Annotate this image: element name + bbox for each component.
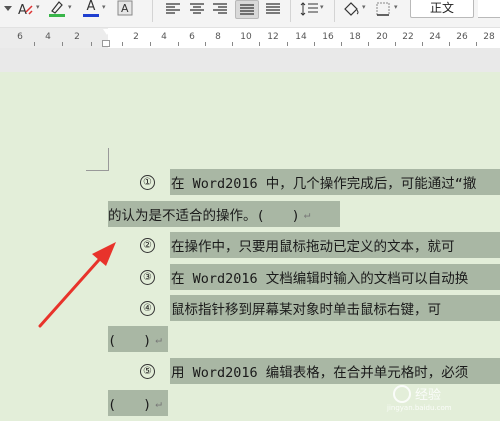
red-arrow-annotation [38,242,116,328]
shading-dropdown-icon[interactable]: ▾ [362,3,366,11]
ruler-tick [287,42,288,46]
toolbar-divider [334,0,335,22]
ruler-number: 4 [45,32,51,42]
horizontal-ruler[interactable]: 6 4 2 2 4 6 8 10 12 14 16 18 20 22 24 26… [0,28,500,48]
list-item[interactable]: ① 在 Word2016 中，几个操作完成后，可能通过“撤 [140,170,476,194]
ruler-number: 14 [295,32,307,42]
item-number: ⑤ [140,363,155,379]
ruler-number: 4 [161,32,167,42]
item-number: ④ [140,300,155,316]
item-text: 在 Word2016 中，几个操作完成后，可能通过“撤 [171,176,477,192]
char-shading-icon[interactable]: A [116,0,134,17]
borders-icon[interactable] [374,0,392,17]
clear-format-dropdown-icon[interactable]: ▾ [36,3,40,11]
ruler-tick [395,42,396,46]
left-indent-marker[interactable] [102,40,110,47]
ruler-tick [341,42,342,46]
style-gallery-normal[interactable]: 正文 [410,0,474,18]
ruler-tick [150,42,151,46]
list-item[interactable]: ④ 鼠标指针移到屏幕某对象时单击鼠标右键，可 [140,296,441,320]
ruler-number: 12 [267,32,279,42]
paragraph-mark-icon: ↵ [155,396,162,410]
clear-format-icon[interactable]: A [17,0,33,17]
item-text: 在 Word2016 文档编辑时输入的文档可以自动换 [171,271,469,287]
ruler-number: 20 [376,32,388,42]
ruler-tick [91,42,92,46]
item-text: ( ) [108,397,152,413]
margin-corner-mark [86,148,109,171]
list-item-continuation[interactable]: ( ) ↵ [108,327,162,351]
ruler-tick [422,42,423,46]
ruler-number: 2 [74,32,80,42]
ruler-tick [122,42,123,46]
ruler-number: 22 [402,32,414,42]
ruler-tick [368,42,369,46]
list-item[interactable]: ⑤ 用 Word2016 编辑表格，在合并单元格时，必须 [140,359,468,383]
toolbar-divider [152,0,153,22]
item-text: 鼠标指针移到屏幕某对象时单击鼠标右键，可 [171,302,441,318]
ruler-tick [62,42,63,46]
borders-dropdown-icon[interactable]: ▾ [394,3,398,11]
font-color-bar [83,14,99,17]
watermark-site: jingyan.baidu.com [387,404,452,412]
line-spacing-icon[interactable] [300,0,318,17]
baidu-paw-icon [393,384,411,403]
svg-text:A: A [121,2,129,15]
font-color-dropdown-icon[interactable]: ▾ [102,3,106,11]
ruler-tick [205,42,206,46]
align-left-icon[interactable] [165,0,181,17]
paragraph-mark-icon: ↵ [155,332,162,346]
item-text: ( ) [108,333,152,349]
list-item-continuation[interactable]: 的认为是不适合的操作。( ) ↵ [108,202,310,226]
baidu-jingyan-watermark: 经验 jingyan.baidu.com [387,384,452,412]
list-item[interactable]: ③ 在 Word2016 文档编辑时输入的文档可以自动换 [140,265,468,289]
ruler-number: 18 [349,32,361,42]
highlight-dropdown-icon[interactable]: ▾ [68,3,72,11]
ruler-number: 16 [322,32,334,42]
item-text: 的认为是不适合的操作。( ) [108,208,300,224]
document-area-top [0,48,500,72]
shading-fill-icon[interactable] [342,0,360,17]
item-text: 用 Word2016 编辑表格，在合并单元格时，必须 [171,365,469,381]
document-page[interactable]: ① 在 Word2016 中，几个操作完成后，可能通过“撤 的认为是不适合的操作… [0,72,500,421]
font-size-dropdown-icon[interactable] [2,0,14,17]
ruler-tick [314,42,315,46]
font-color-button[interactable]: A [82,0,100,17]
style-gallery-next[interactable] [478,0,500,18]
item-number: ② [140,237,155,253]
ruler-number: 10 [240,32,252,42]
ruler-number: 28 [483,32,495,42]
item-text: 在操作中，只要用鼠标拖动已定义的文本，就可 [171,239,455,255]
ruler-tick [34,42,35,46]
toolbar-divider [290,0,291,22]
ruler-number: 26 [456,32,468,42]
ruler-number: 6 [189,32,195,42]
line-spacing-dropdown-icon[interactable]: ▾ [320,3,324,11]
ruler-number: 6 [17,32,23,42]
svg-text:A: A [18,3,27,17]
list-item-continuation[interactable]: ( ) ↵ [108,391,162,415]
item-number: ③ [140,269,155,285]
ruler-number: 8 [215,32,221,42]
formatting-toolbar: A ▾ ▾ A ▾ A ▾ ▾ ▾ 正文 [0,0,500,28]
ruler-number: 24 [429,32,441,42]
item-number: ① [140,174,155,190]
ruler-tick [476,42,477,46]
first-line-indent-marker[interactable] [103,29,111,35]
ruler-tick [259,42,260,46]
ruler-number: 2 [133,32,139,42]
style-name: 正文 [429,0,454,15]
ruler-tick [449,42,450,46]
ruler-tick [178,42,179,46]
distributed-align-icon[interactable] [265,0,281,17]
list-item[interactable]: ② 在操作中，只要用鼠标拖动已定义的文本，就可 [140,233,455,257]
justify-icon[interactable] [235,0,259,19]
watermark-text: 经验 [415,388,442,403]
align-right-icon[interactable] [212,0,228,17]
font-color-glyph: A [86,0,96,14]
align-center-icon[interactable] [189,0,205,17]
paragraph-mark-icon: ↵ [303,207,311,221]
highlight-color-icon[interactable] [48,0,66,17]
ruler-tick [232,42,233,46]
